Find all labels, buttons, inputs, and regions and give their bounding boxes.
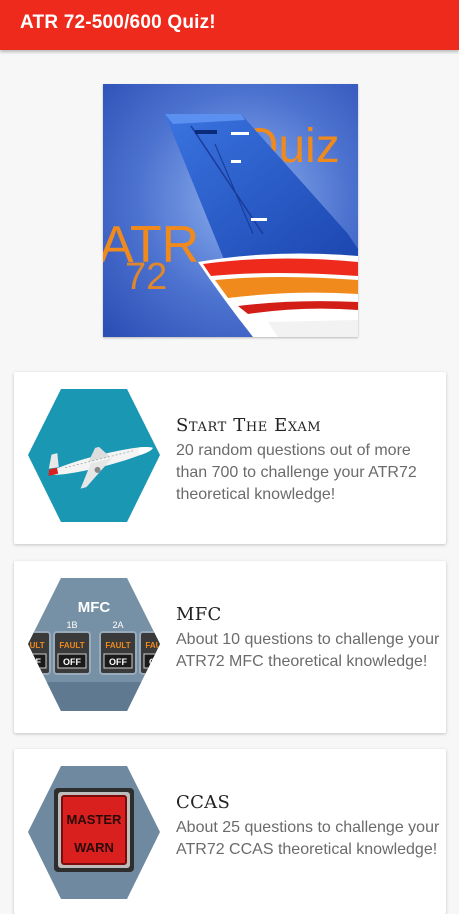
mfc-description: About 10 questions to challenge your ATR… [176,631,440,670]
ccas-card[interactable]: MASTER WARN CCAS About 25 questions to c… [14,749,446,914]
app-bar: ATR 72-500/600 Quiz! [0,0,459,50]
app-title: ATR 72-500/600 Quiz! [20,12,216,33]
off-label: OFF [63,657,81,667]
fault-label: FAULT [105,641,130,650]
master-label: MASTER [67,812,123,827]
off-label: OFF [149,657,160,667]
start-exam-description: 20 random questions out of more than 700… [176,442,417,503]
mfc-title: MFC [176,604,222,625]
fault-label: FAULT [59,641,84,650]
atr-tail-logo: Quiz ATR 72 [99,84,358,337]
start-exam-card[interactable]: Start The Exam 20 random questions out o… [14,372,446,544]
mfc-col-2a: 2A [112,620,123,630]
ccas-title: CCAS [176,792,231,813]
hero-image: Quiz ATR 72 [99,84,358,337]
airplane-icon [28,389,160,522]
start-exam-title: Start The Exam [176,415,322,436]
fault-label: FAULT [145,641,160,650]
mfc-panel-icon: MFC 1B 2A FAULT FAULT FAULT FAULT OFF OF… [28,578,160,711]
mfc-col-1b: 1B [66,620,77,630]
mfc-card[interactable]: MFC 1B 2A FAULT FAULT FAULT FAULT OFF OF… [14,561,446,733]
master-warn-icon: MASTER WARN [28,766,160,899]
warn-label: WARN [74,840,114,855]
off-label: OFF [109,657,127,667]
mfc-panel-heading: MFC [78,599,111,616]
off-label: OFF [28,657,41,667]
logo-text-72: 72 [125,256,167,298]
fault-label: FAULT [28,641,45,650]
ccas-description: About 25 questions to challenge your ATR… [176,819,440,858]
